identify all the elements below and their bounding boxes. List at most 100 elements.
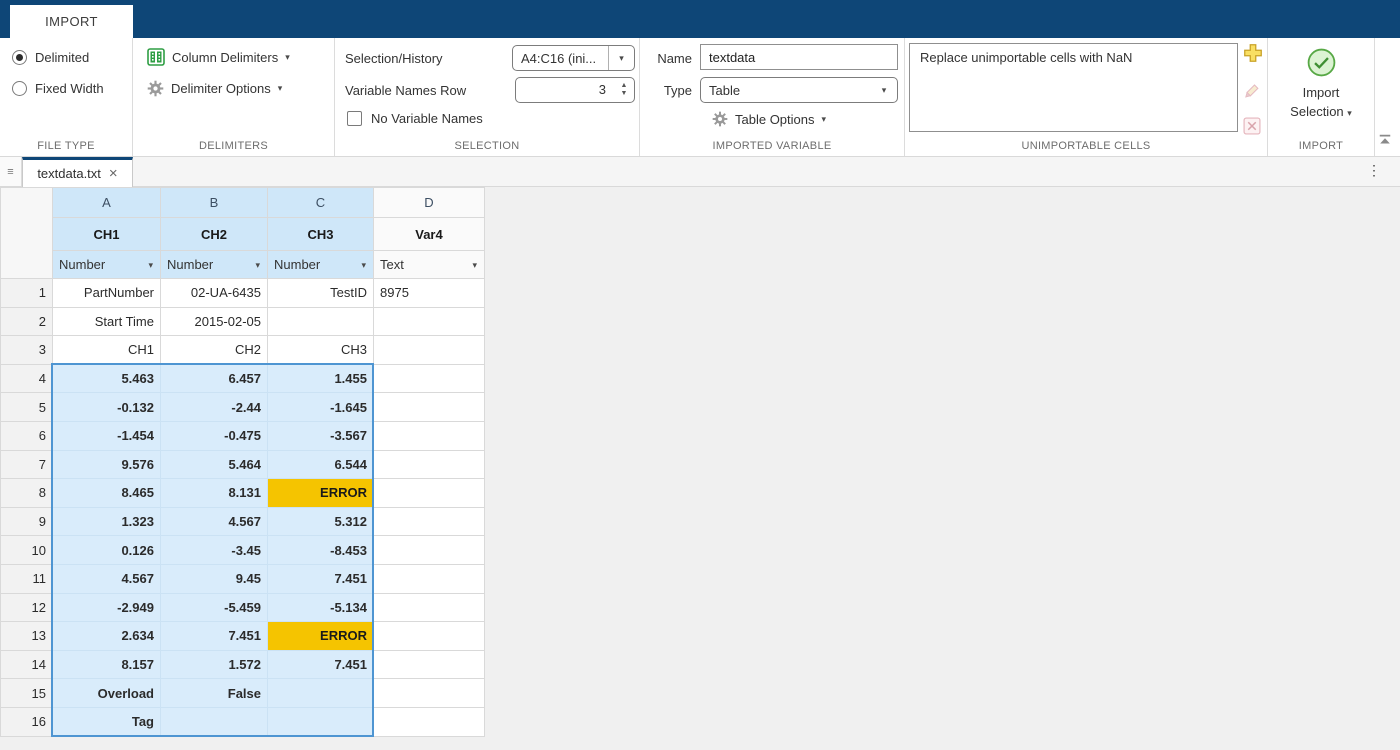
cell[interactable]: [374, 307, 485, 336]
cell[interactable]: Tag: [53, 707, 161, 736]
cell[interactable]: 7.451: [268, 650, 374, 679]
tab-list-button[interactable]: ≡: [0, 157, 22, 186]
cell[interactable]: [374, 593, 485, 622]
import-selection-button[interactable]: Import Selection ▾: [1268, 38, 1374, 156]
cell[interactable]: 6.457: [161, 364, 268, 393]
rule-item[interactable]: Replace unimportable cells with NaN: [920, 50, 1132, 65]
combo-dropdown-button[interactable]: ▾: [871, 78, 897, 102]
collapse-ribbon-button[interactable]: [1377, 133, 1393, 152]
row-number[interactable]: 13: [1, 622, 53, 651]
variable-name-ch3[interactable]: CH3: [268, 218, 374, 251]
cell[interactable]: 0.126: [53, 536, 161, 565]
row-number[interactable]: 11: [1, 564, 53, 593]
variable-name-ch2[interactable]: CH2: [161, 218, 268, 251]
column-delimiters-button[interactable]: Column Delimiters ▾: [147, 48, 290, 66]
cell[interactable]: -2.949: [53, 593, 161, 622]
row-number[interactable]: 4: [1, 364, 53, 393]
cell[interactable]: [374, 507, 485, 536]
delete-rule-button[interactable]: [1242, 116, 1268, 141]
delimiter-options-button[interactable]: Delimiter Options ▾: [147, 80, 282, 97]
cell[interactable]: [161, 707, 268, 736]
tab-import[interactable]: IMPORT: [10, 5, 133, 38]
cell[interactable]: -5.134: [268, 593, 374, 622]
radio-delimited[interactable]: Delimited: [12, 50, 89, 65]
column-type-dropdown[interactable]: Number▾: [53, 251, 161, 279]
column-header-b[interactable]: B: [161, 188, 268, 218]
cell[interactable]: 9.45: [161, 564, 268, 593]
cell[interactable]: 7.451: [268, 564, 374, 593]
row-number[interactable]: 9: [1, 507, 53, 536]
cell[interactable]: 9.576: [53, 450, 161, 479]
row-number[interactable]: 3: [1, 336, 53, 365]
column-type-dropdown[interactable]: Text▾: [374, 251, 485, 279]
variable-name-var4[interactable]: Var4: [374, 218, 485, 251]
close-icon[interactable]: ×: [109, 166, 118, 181]
add-rule-button[interactable]: [1242, 42, 1268, 69]
cell[interactable]: [374, 393, 485, 422]
cell[interactable]: 2015-02-05: [161, 307, 268, 336]
cell[interactable]: 5.463: [53, 364, 161, 393]
cell[interactable]: [374, 364, 485, 393]
selection-history-combo[interactable]: A4:C16 (ini... ▾: [512, 45, 635, 71]
row-number[interactable]: 16: [1, 707, 53, 736]
cell[interactable]: 8.131: [161, 479, 268, 508]
cell[interactable]: [374, 679, 485, 708]
cell[interactable]: 7.451: [161, 622, 268, 651]
document-tab[interactable]: textdata.txt ×: [22, 157, 133, 187]
row-number[interactable]: 10: [1, 536, 53, 565]
cell[interactable]: CH1: [53, 336, 161, 365]
row-number[interactable]: 15: [1, 679, 53, 708]
cell[interactable]: -0.475: [161, 421, 268, 450]
no-variable-names-option[interactable]: No Variable Names: [347, 111, 483, 126]
cell[interactable]: 5.312: [268, 507, 374, 536]
row-number[interactable]: 12: [1, 593, 53, 622]
cell[interactable]: False: [161, 679, 268, 708]
row-number[interactable]: 14: [1, 650, 53, 679]
row-number[interactable]: 1: [1, 279, 53, 308]
cell[interactable]: -8.453: [268, 536, 374, 565]
table-options-button[interactable]: Table Options ▾: [712, 111, 826, 127]
cell[interactable]: 4.567: [161, 507, 268, 536]
radio-fixed-width[interactable]: Fixed Width: [12, 81, 104, 96]
unimportable-rules-list[interactable]: Replace unimportable cells with NaN: [909, 43, 1238, 132]
cell[interactable]: TestID: [268, 279, 374, 308]
cell[interactable]: 2.634: [53, 622, 161, 651]
cell[interactable]: Start Time: [53, 307, 161, 336]
cell[interactable]: [374, 622, 485, 651]
row-number[interactable]: 7: [1, 450, 53, 479]
cell[interactable]: 1.323: [53, 507, 161, 536]
cell[interactable]: -1.645: [268, 393, 374, 422]
name-input[interactable]: [700, 44, 898, 70]
tab-overflow-button[interactable]: ⋮: [1367, 162, 1381, 179]
cell[interactable]: ERROR: [268, 622, 374, 651]
spinner-down-icon[interactable]: ▼: [621, 90, 628, 98]
cell[interactable]: [374, 421, 485, 450]
cell[interactable]: [374, 650, 485, 679]
cell[interactable]: 1.572: [161, 650, 268, 679]
cell[interactable]: 8.157: [53, 650, 161, 679]
row-number[interactable]: 8: [1, 479, 53, 508]
column-header-d[interactable]: D: [374, 188, 485, 218]
cell[interactable]: -1.454: [53, 421, 161, 450]
cell[interactable]: [374, 450, 485, 479]
cell[interactable]: [374, 479, 485, 508]
column-header-a[interactable]: A: [53, 188, 161, 218]
variable-names-row-spinner[interactable]: 3 ▲ ▼: [515, 77, 635, 103]
type-combo[interactable]: Table ▾: [700, 77, 898, 103]
cell[interactable]: CH3: [268, 336, 374, 365]
radio-unselected-icon[interactable]: [12, 81, 27, 96]
column-type-dropdown[interactable]: Number▾: [268, 251, 374, 279]
checkbox-unchecked-icon[interactable]: [347, 111, 362, 126]
spinner-arrows[interactable]: ▲ ▼: [614, 78, 634, 102]
spinner-up-icon[interactable]: ▲: [621, 82, 628, 90]
radio-selected-icon[interactable]: [12, 50, 27, 65]
column-type-dropdown[interactable]: Number▾: [161, 251, 268, 279]
cell[interactable]: Overload: [53, 679, 161, 708]
cell[interactable]: [268, 679, 374, 708]
cell[interactable]: [268, 707, 374, 736]
cell[interactable]: [374, 564, 485, 593]
cell[interactable]: 5.464: [161, 450, 268, 479]
cell[interactable]: 02-UA-6435: [161, 279, 268, 308]
variable-name-ch1[interactable]: CH1: [53, 218, 161, 251]
edit-rule-button[interactable]: [1242, 80, 1268, 105]
